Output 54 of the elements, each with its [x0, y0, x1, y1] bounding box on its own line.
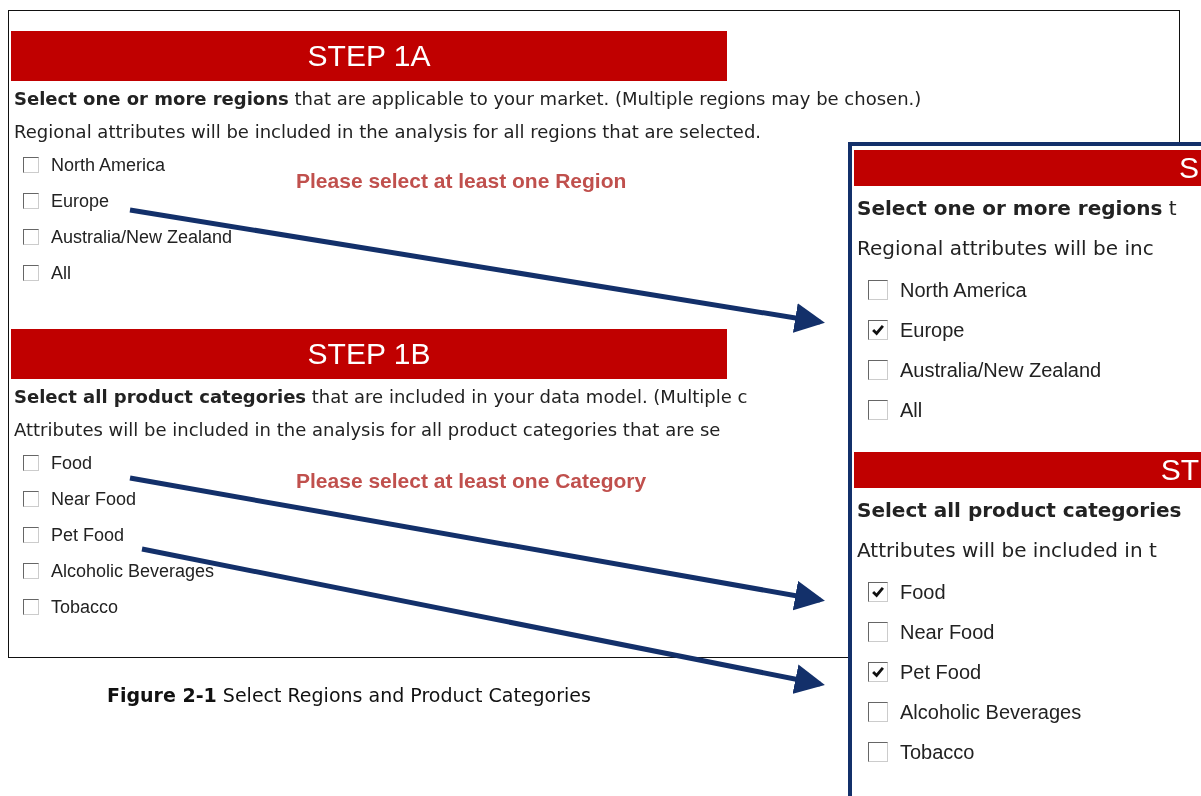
option-label: Alcoholic Beverages [51, 560, 215, 582]
instruction-text: Select one or more regions t [856, 195, 1177, 222]
checkbox[interactable] [23, 455, 39, 471]
option-label: Europe [51, 190, 110, 212]
figure-caption: Figure 2-1 Select Regions and Product Categories [107, 684, 591, 706]
warning-text: Please select at least one Category [296, 469, 647, 493]
option-label: North America [900, 278, 1027, 302]
checkbox[interactable] [23, 491, 39, 507]
instruction-text: Select all product categories [856, 497, 1182, 524]
checkbox[interactable] [868, 622, 888, 642]
checkbox[interactable] [23, 229, 39, 245]
checkbox[interactable] [868, 400, 888, 420]
warning-text: Please select at least one Region [296, 169, 627, 193]
checkbox[interactable] [23, 599, 39, 615]
note-text: Regional attributes will be included in the analysis for all regions that are selected. [13, 120, 762, 144]
option-label: Food [51, 452, 93, 474]
option-label: Food [900, 580, 946, 604]
checkbox[interactable] [868, 702, 888, 722]
option-label: Australia/New Zealand [51, 226, 233, 248]
checkbox[interactable] [868, 662, 888, 682]
checkbox[interactable] [868, 360, 888, 380]
check-icon [871, 585, 885, 599]
option-label: Pet Food [900, 660, 982, 684]
instruction-text: Select one or more regions that are applicable to your market. (Multiple regions may be chosen.) [13, 87, 922, 111]
checkbox[interactable] [868, 742, 888, 762]
checkbox[interactable] [23, 527, 39, 543]
checkbox[interactable] [23, 563, 39, 579]
note-text: Attributes will be included in t [856, 537, 1157, 564]
option-label: Europe [900, 318, 965, 342]
option-label: Australia/New Zealand [900, 358, 1102, 382]
checkbox[interactable] [23, 157, 39, 173]
step-banner: STEP 1A [11, 31, 727, 81]
option-label: Tobacco [51, 596, 119, 618]
option-label: All [900, 398, 923, 422]
note-text: Regional attributes will be inc [856, 235, 1154, 262]
step-banner: STEP 1B [11, 329, 727, 379]
option-label: Pet Food [51, 524, 125, 546]
checkbox[interactable] [23, 265, 39, 281]
step-banner: S [854, 150, 1201, 186]
checkbox[interactable] [868, 582, 888, 602]
option-label: Near Food [900, 620, 995, 644]
checkbox[interactable] [868, 280, 888, 300]
check-icon [871, 323, 885, 337]
note-text: Attributes will be included in the analysis for all product categories that are se [13, 418, 721, 442]
check-icon [871, 665, 885, 679]
option-label: North America [51, 154, 166, 176]
checkbox[interactable] [23, 193, 39, 209]
option-label: All [51, 262, 71, 284]
checkbox[interactable] [868, 320, 888, 340]
step-banner: ST [854, 452, 1201, 488]
option-label: Near Food [51, 488, 137, 510]
option-label: Tobacco [900, 740, 975, 764]
option-label: Alcoholic Beverages [900, 700, 1082, 724]
instruction-text: Select all product categories that are included in your data model. (Multiple c [13, 385, 748, 409]
